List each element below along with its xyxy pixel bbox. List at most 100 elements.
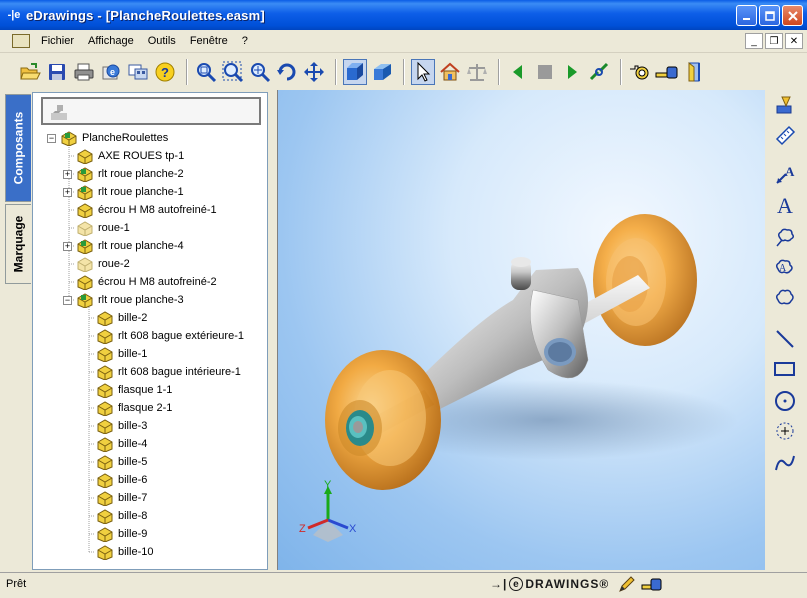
- tree-node[interactable]: bille-9: [96, 525, 147, 543]
- tree-node[interactable]: flasque 1-1: [96, 381, 172, 399]
- line-button[interactable]: [772, 326, 798, 352]
- previous-button[interactable]: [506, 59, 530, 85]
- tree-node[interactable]: + rlt roue planche-1: [63, 183, 184, 201]
- rectangle-icon: [774, 362, 795, 376]
- text-button[interactable]: A: [772, 192, 798, 218]
- tree-expander[interactable]: +: [63, 187, 72, 197]
- pan-button[interactable]: [302, 59, 326, 85]
- back-wheel[interactable]: [593, 214, 697, 346]
- tree-node[interactable]: flasque 2-1: [96, 399, 172, 417]
- play-button[interactable]: [560, 59, 584, 85]
- home-view-button[interactable]: [438, 59, 462, 85]
- tree-node[interactable]: bille-5: [96, 453, 147, 471]
- tree-node[interactable]: roue-2: [76, 255, 130, 273]
- tree-expander[interactable]: −: [47, 133, 56, 143]
- dimension-circle-button[interactable]: [772, 418, 798, 444]
- menu-fichier[interactable]: Fichier: [34, 35, 81, 47]
- send-button[interactable]: e: [99, 59, 123, 85]
- model-render[interactable]: Y X Z: [278, 90, 765, 570]
- part-icon: [97, 491, 113, 506]
- maximize-button[interactable]: [759, 5, 780, 26]
- tree-node[interactable]: AXE ROUES tp-1: [76, 147, 184, 165]
- document-icon[interactable]: [12, 34, 30, 48]
- pencil-icon[interactable]: [617, 575, 637, 593]
- help-button[interactable]: ?: [153, 59, 177, 85]
- svg-text:A: A: [785, 164, 795, 179]
- tree-node[interactable]: − rlt roue planche-3: [63, 291, 184, 309]
- menu-affichage[interactable]: Affichage: [81, 35, 141, 47]
- tree-node[interactable]: rlt 608 bague intérieure-1: [96, 363, 241, 381]
- tree-node[interactable]: bille-1: [96, 345, 147, 363]
- perspective-button[interactable]: [370, 59, 394, 85]
- zoom-area-icon: [222, 61, 244, 83]
- menu-help[interactable]: ?: [235, 35, 255, 47]
- tree-expander[interactable]: −: [63, 295, 72, 305]
- explode-button[interactable]: [587, 59, 611, 85]
- tree-node[interactable]: bille-7: [96, 489, 147, 507]
- part-icon: [77, 149, 93, 164]
- tab-marquage[interactable]: Marquage: [5, 204, 31, 284]
- cloud-text-icon: A: [775, 259, 793, 274]
- spline-button[interactable]: [772, 450, 798, 476]
- menu-fenetre[interactable]: Fenêtre: [183, 35, 235, 47]
- text-icon: A: [777, 193, 793, 217]
- select-button[interactable]: [411, 59, 435, 85]
- close-button[interactable]: [782, 5, 803, 26]
- zoom-button[interactable]: [248, 59, 272, 85]
- print-button[interactable]: [72, 59, 96, 85]
- tree-node[interactable]: bille-2: [96, 309, 147, 327]
- cloud-text-button[interactable]: A: [772, 254, 798, 280]
- logo-text: DRAWINGS®: [525, 577, 610, 591]
- open-button[interactable]: [18, 59, 42, 85]
- tree-node[interactable]: + rlt roue planche-4: [63, 237, 184, 255]
- tree-root-label: PlancheRoulettes: [82, 132, 169, 144]
- tree-node[interactable]: bille-6: [96, 471, 147, 489]
- cloud-button[interactable]: [772, 284, 798, 310]
- stop-button[interactable]: [533, 59, 557, 85]
- rectangle-button[interactable]: [772, 356, 798, 382]
- leader-text-button[interactable]: A: [772, 162, 798, 188]
- rotate-button[interactable]: [275, 59, 299, 85]
- close-icon: [787, 10, 798, 21]
- save-button[interactable]: [45, 59, 69, 85]
- tree-node[interactable]: bille-4: [96, 435, 147, 453]
- app-icon[interactable]: -|e: [6, 7, 22, 23]
- section-button[interactable]: [682, 59, 706, 85]
- circle-button[interactable]: [772, 388, 798, 414]
- part-icon: [77, 275, 93, 290]
- tree-node[interactable]: rlt 608 bague extérieure-1: [96, 327, 244, 345]
- ruler-button[interactable]: [772, 122, 798, 148]
- measure-balance-button[interactable]: [465, 59, 489, 85]
- tree-header[interactable]: [41, 97, 261, 125]
- tree-node[interactable]: bille-3: [96, 417, 147, 435]
- doc-close-button[interactable]: ✕: [785, 33, 803, 49]
- markup-toolbar: A A A: [770, 88, 800, 488]
- tree-node[interactable]: roue-1: [76, 219, 130, 237]
- options-button[interactable]: [126, 59, 150, 85]
- front-wheel[interactable]: [325, 350, 441, 490]
- camera-button[interactable]: [628, 59, 652, 85]
- tape-measure-status-icon[interactable]: [641, 575, 663, 593]
- doc-minimize-button[interactable]: _: [745, 33, 763, 49]
- menu-outils[interactable]: Outils: [141, 35, 183, 47]
- stamp-button[interactable]: [772, 92, 798, 118]
- tree-node[interactable]: bille-10: [96, 543, 153, 561]
- zoom-area-button[interactable]: [221, 59, 245, 85]
- tree-node[interactable]: + rlt roue planche-2: [63, 165, 184, 183]
- tape-measure-button[interactable]: [655, 59, 679, 85]
- shaded-view-button[interactable]: [343, 59, 367, 85]
- spline-icon: [775, 455, 795, 471]
- tree-expander[interactable]: +: [63, 241, 72, 251]
- tree-expander[interactable]: +: [63, 169, 72, 179]
- doc-restore-button[interactable]: ❐: [765, 33, 783, 49]
- tree-node-label: bille-6: [118, 474, 148, 486]
- tree-node[interactable]: écrou H M8 autofreiné-2: [76, 273, 217, 291]
- 3d-viewport[interactable]: Y X Z: [277, 90, 765, 570]
- tree-node[interactable]: écrou H M8 autofreiné-1: [76, 201, 217, 219]
- tree-root[interactable]: − PlancheRoulettes: [47, 129, 168, 147]
- tab-composants[interactable]: Composants: [5, 94, 31, 202]
- cloud-leader-button[interactable]: [772, 224, 798, 250]
- minimize-button[interactable]: [736, 5, 757, 26]
- tree-node[interactable]: bille-8: [96, 507, 147, 525]
- zoom-fit-button[interactable]: [194, 59, 218, 85]
